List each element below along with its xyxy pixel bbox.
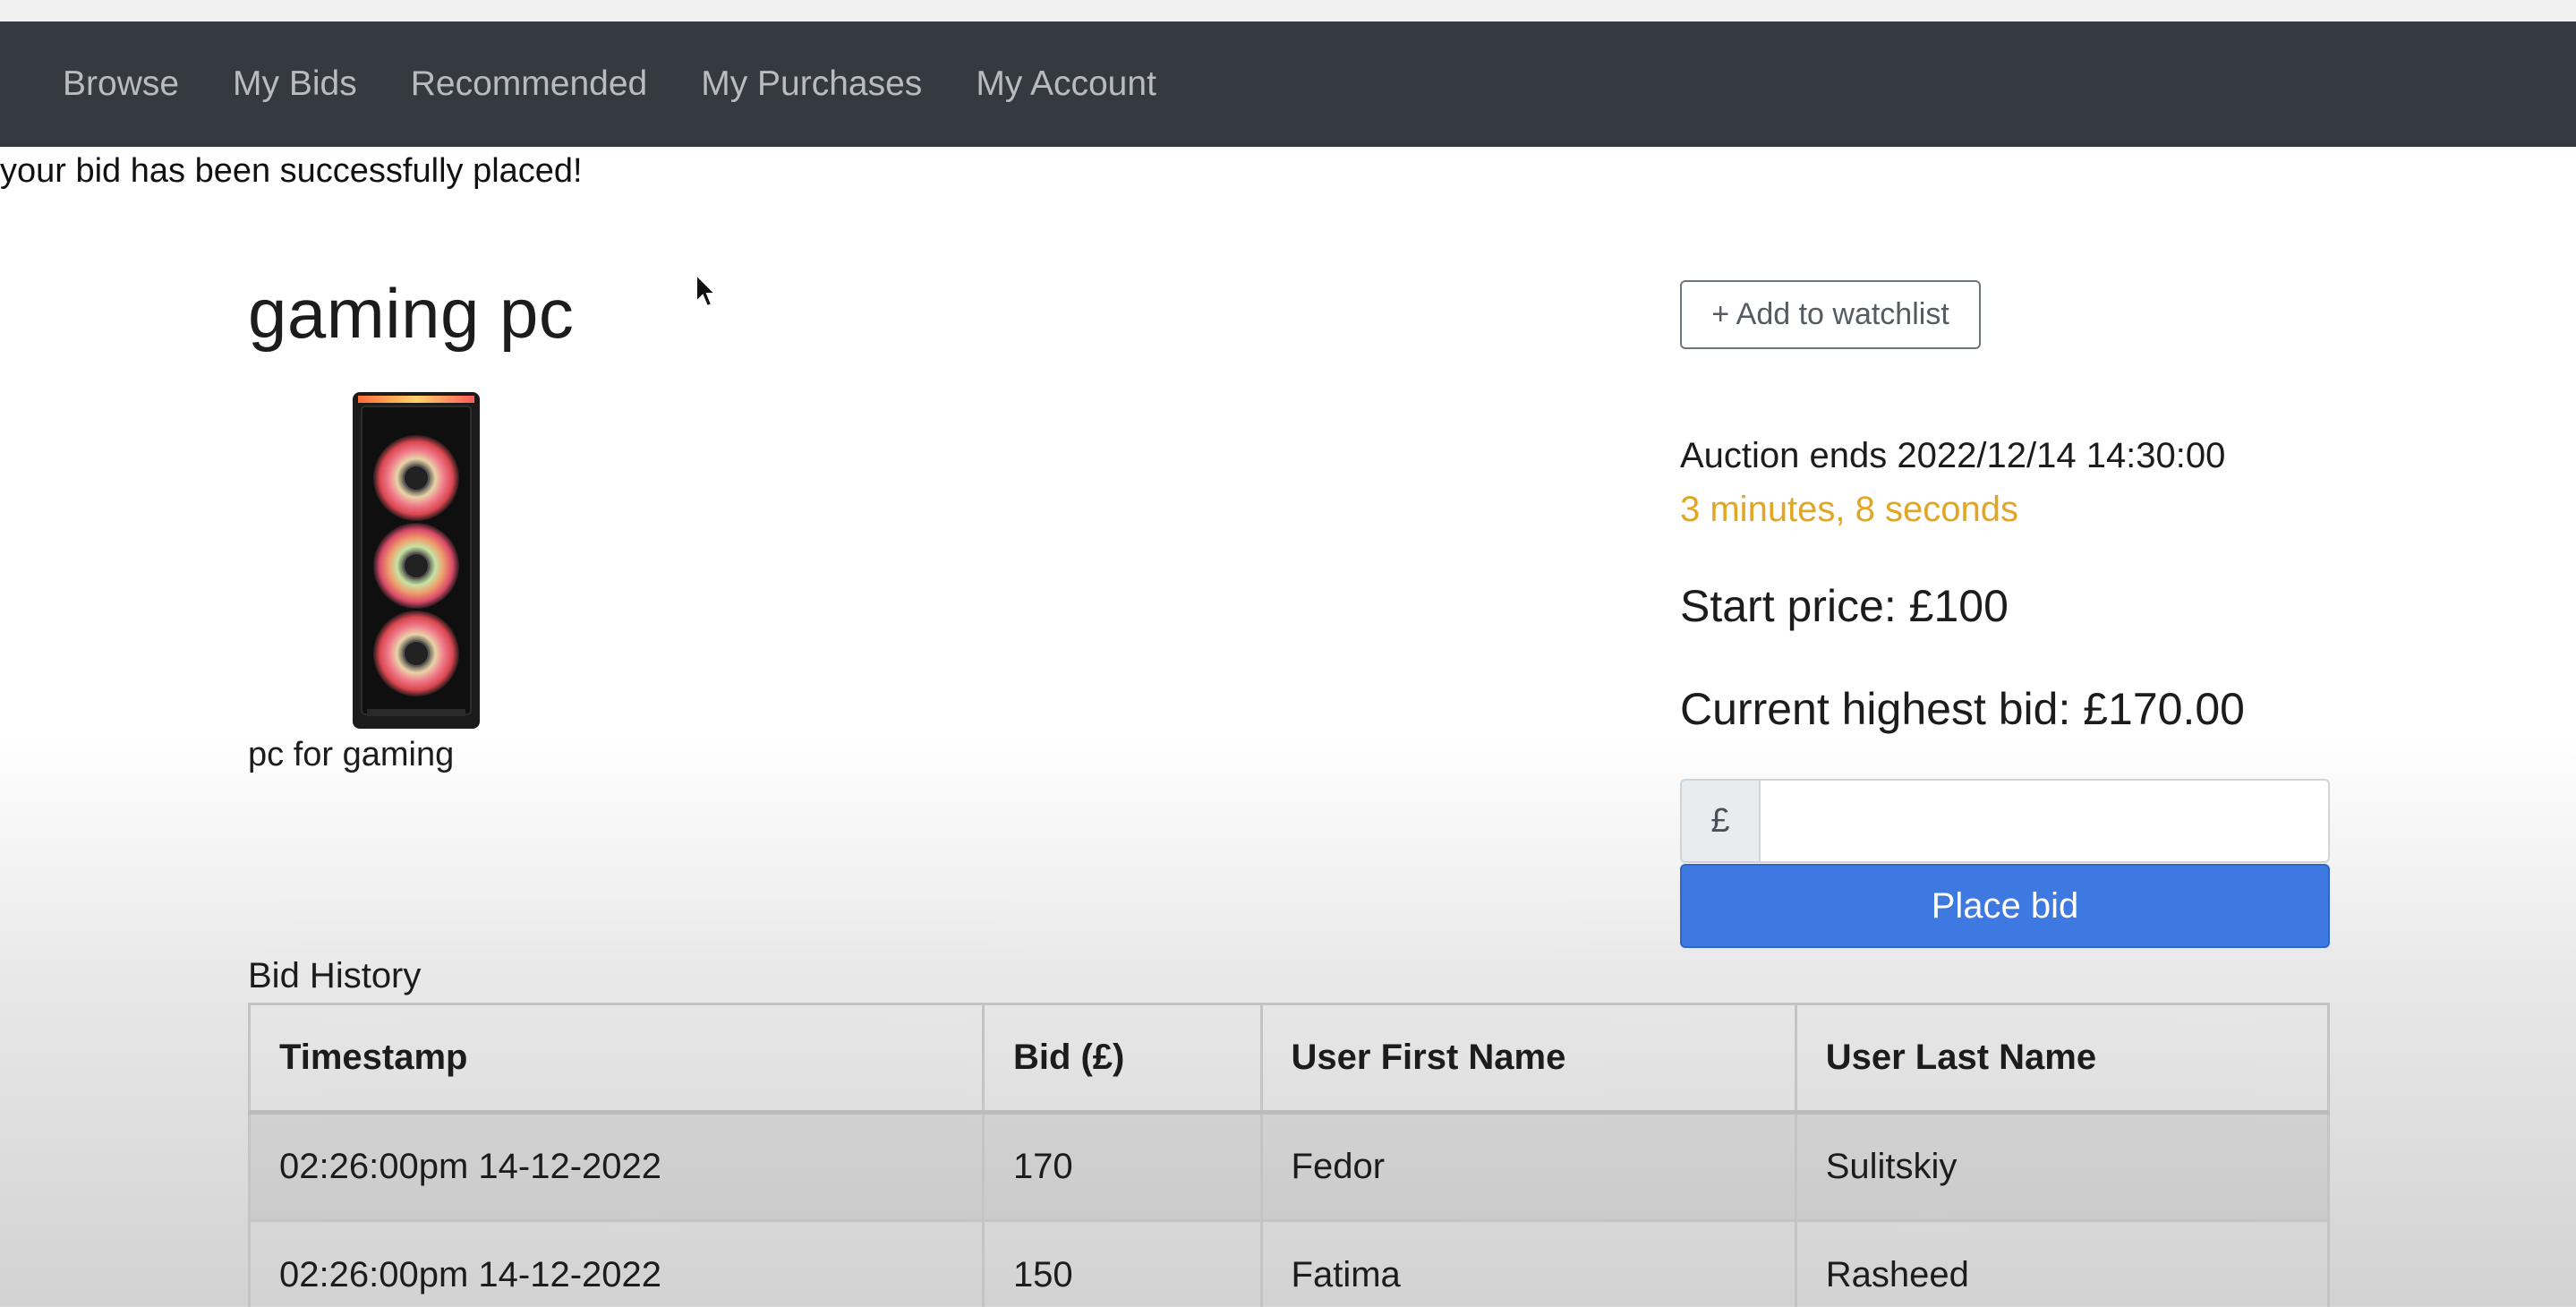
mouse-pointer-icon (695, 273, 718, 308)
nav-my-account[interactable]: My Account (976, 64, 1156, 104)
column-header-first-name: User First Name (1259, 1003, 1797, 1115)
table-row: 02:26:00pm 14-12-2022 170 Fedor Sulitski… (248, 1111, 2331, 1222)
bid-input-group: £ (1680, 779, 2330, 863)
cell-timestamp: 02:26:00pm 14-12-2022 (248, 1219, 985, 1307)
cell-bid: 150 (981, 1219, 1263, 1307)
browser-top-strip (0, 0, 2576, 21)
start-price: Start price: £100 (1680, 581, 2009, 631)
bid-amount-input[interactable] (1759, 779, 2330, 863)
current-highest-bid: Current highest bid: £170.00 (1680, 684, 2245, 734)
navbar: Browse My Bids Recommended My Purchases … (0, 21, 2576, 147)
cell-first-name: Fatima (1259, 1219, 1797, 1307)
bid-history-table: Timestamp Bid (£) User First Name User L… (248, 1003, 2331, 1307)
auction-countdown: 3 minutes, 8 seconds (1680, 490, 2018, 529)
listing-description: pc for gaming (248, 736, 455, 773)
nav-my-purchases[interactable]: My Purchases (701, 64, 922, 104)
column-header-timestamp: Timestamp (248, 1003, 985, 1115)
cell-last-name: Rasheed (1794, 1219, 2331, 1307)
flash-message: your bid has been successfully placed! (0, 152, 583, 190)
currency-prefix: £ (1680, 779, 1759, 863)
cell-bid: 170 (981, 1111, 1263, 1222)
auction-end-time: Auction ends 2022/12/14 14:30:00 (1680, 436, 2226, 475)
nav-my-bids[interactable]: My Bids (233, 64, 357, 104)
column-header-bid: Bid (£) (981, 1003, 1263, 1115)
table-row: 02:26:00pm 14-12-2022 150 Fatima Rasheed (248, 1219, 2331, 1307)
nav-browse[interactable]: Browse (63, 64, 179, 104)
cell-timestamp: 02:26:00pm 14-12-2022 (248, 1111, 985, 1222)
column-header-last-name: User Last Name (1794, 1003, 2331, 1115)
cell-last-name: Sulitskiy (1794, 1111, 2331, 1222)
listing-title: gaming pc (248, 274, 575, 353)
bid-history-title: Bid History (248, 956, 422, 995)
add-to-watchlist-button[interactable]: + Add to watchlist (1680, 280, 1981, 349)
table-header-row: Timestamp Bid (£) User First Name User L… (248, 1003, 2331, 1115)
place-bid-button[interactable]: Place bid (1680, 864, 2330, 948)
cell-first-name: Fedor (1259, 1111, 1797, 1222)
nav-recommended[interactable]: Recommended (411, 64, 647, 104)
gaming-pc-case-image (353, 392, 480, 729)
